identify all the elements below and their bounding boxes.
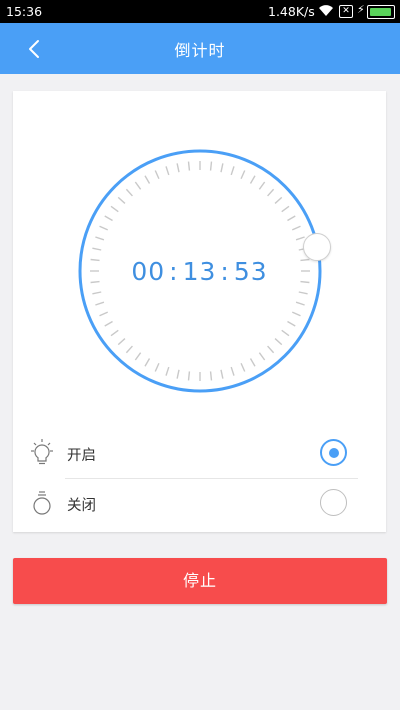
dial-tick xyxy=(104,320,113,327)
dial-tick xyxy=(154,170,160,180)
dial-tick xyxy=(274,338,283,346)
dial-tick xyxy=(240,170,246,180)
battery-icon xyxy=(367,5,395,19)
dial-tick xyxy=(258,181,266,190)
dial-tick xyxy=(209,161,213,171)
dial-tick xyxy=(92,247,102,251)
lightbulb-icon xyxy=(27,438,57,470)
dial-tick xyxy=(220,369,224,379)
option-on[interactable]: 开启 xyxy=(13,430,386,478)
timer-hours: 00 xyxy=(131,257,166,286)
dial-tick xyxy=(176,163,180,173)
dial-tick xyxy=(249,175,256,184)
status-time: 15:36 xyxy=(6,4,43,19)
dial-tick xyxy=(125,188,133,197)
dial-tick xyxy=(230,366,235,376)
network-speed: 1.48K/s xyxy=(268,4,315,19)
dial-tick xyxy=(187,371,191,381)
option-off-label: 关闭 xyxy=(67,498,96,514)
dial-tick xyxy=(144,358,151,367)
timer-separator: : xyxy=(220,257,230,286)
timer-minutes: 13 xyxy=(182,257,217,286)
dial-tick xyxy=(165,166,170,176)
ring-timer-icon xyxy=(27,488,57,520)
dial-tick xyxy=(110,205,119,213)
dial-tick xyxy=(258,352,266,361)
dial-tick xyxy=(291,311,301,317)
dial-tick xyxy=(249,358,256,367)
dial-tick xyxy=(165,366,170,376)
stop-button[interactable]: 停止 xyxy=(13,558,387,604)
dial-tick xyxy=(281,329,290,337)
option-divider xyxy=(65,478,358,479)
dial-tick xyxy=(95,236,105,241)
dial-tick xyxy=(187,161,191,171)
status-bar: 15:36 1.48K/s ✕ ⚡ xyxy=(0,0,400,23)
dial-tick xyxy=(295,301,305,306)
timer-separator: : xyxy=(169,257,179,286)
timer-seconds: 53 xyxy=(233,257,268,286)
option-on-radio[interactable] xyxy=(320,439,347,466)
dial-tick xyxy=(110,329,119,337)
dial-tick xyxy=(99,311,109,317)
dial-handle[interactable] xyxy=(303,233,331,261)
timer-readout: 00:13:53 xyxy=(13,257,386,286)
dial-tick xyxy=(117,196,126,204)
lightning-icon: ⚡ xyxy=(357,3,365,16)
dial-tick xyxy=(92,291,102,295)
option-off[interactable]: 关闭 xyxy=(13,480,386,528)
dial-tick xyxy=(117,338,126,346)
dial-tick xyxy=(154,362,160,372)
wifi-icon xyxy=(318,4,334,20)
dial-tick xyxy=(134,181,142,190)
dial-tick xyxy=(144,175,151,184)
option-off-radio[interactable] xyxy=(320,489,347,516)
dial-tick xyxy=(240,362,246,372)
dial-tick xyxy=(295,236,305,241)
dial-tick xyxy=(281,205,290,213)
dial-tick xyxy=(287,215,296,222)
dial-tick xyxy=(267,345,275,354)
dial-tick xyxy=(220,163,224,173)
dial-tick xyxy=(230,166,235,176)
dial-tick xyxy=(287,320,296,327)
dial-tick xyxy=(176,369,180,379)
timer-card: 00:13:53 开启 关闭 xyxy=(13,91,386,532)
option-on-label: 开启 xyxy=(67,448,96,464)
dial-tick xyxy=(95,301,105,306)
title-bar: 倒计时 xyxy=(0,23,400,74)
dial-tick xyxy=(125,345,133,354)
dial-tick xyxy=(298,291,308,295)
dial-tick xyxy=(267,188,275,197)
dial-tick xyxy=(104,215,113,222)
dial-tick xyxy=(134,352,142,361)
dial-tick xyxy=(291,225,301,231)
dial-tick xyxy=(274,196,283,204)
dial-tick xyxy=(209,371,213,381)
sim-x-icon: ✕ xyxy=(339,5,353,18)
page-title: 倒计时 xyxy=(174,41,226,60)
dial-tick xyxy=(99,225,109,231)
countdown-dial[interactable] xyxy=(13,91,386,421)
